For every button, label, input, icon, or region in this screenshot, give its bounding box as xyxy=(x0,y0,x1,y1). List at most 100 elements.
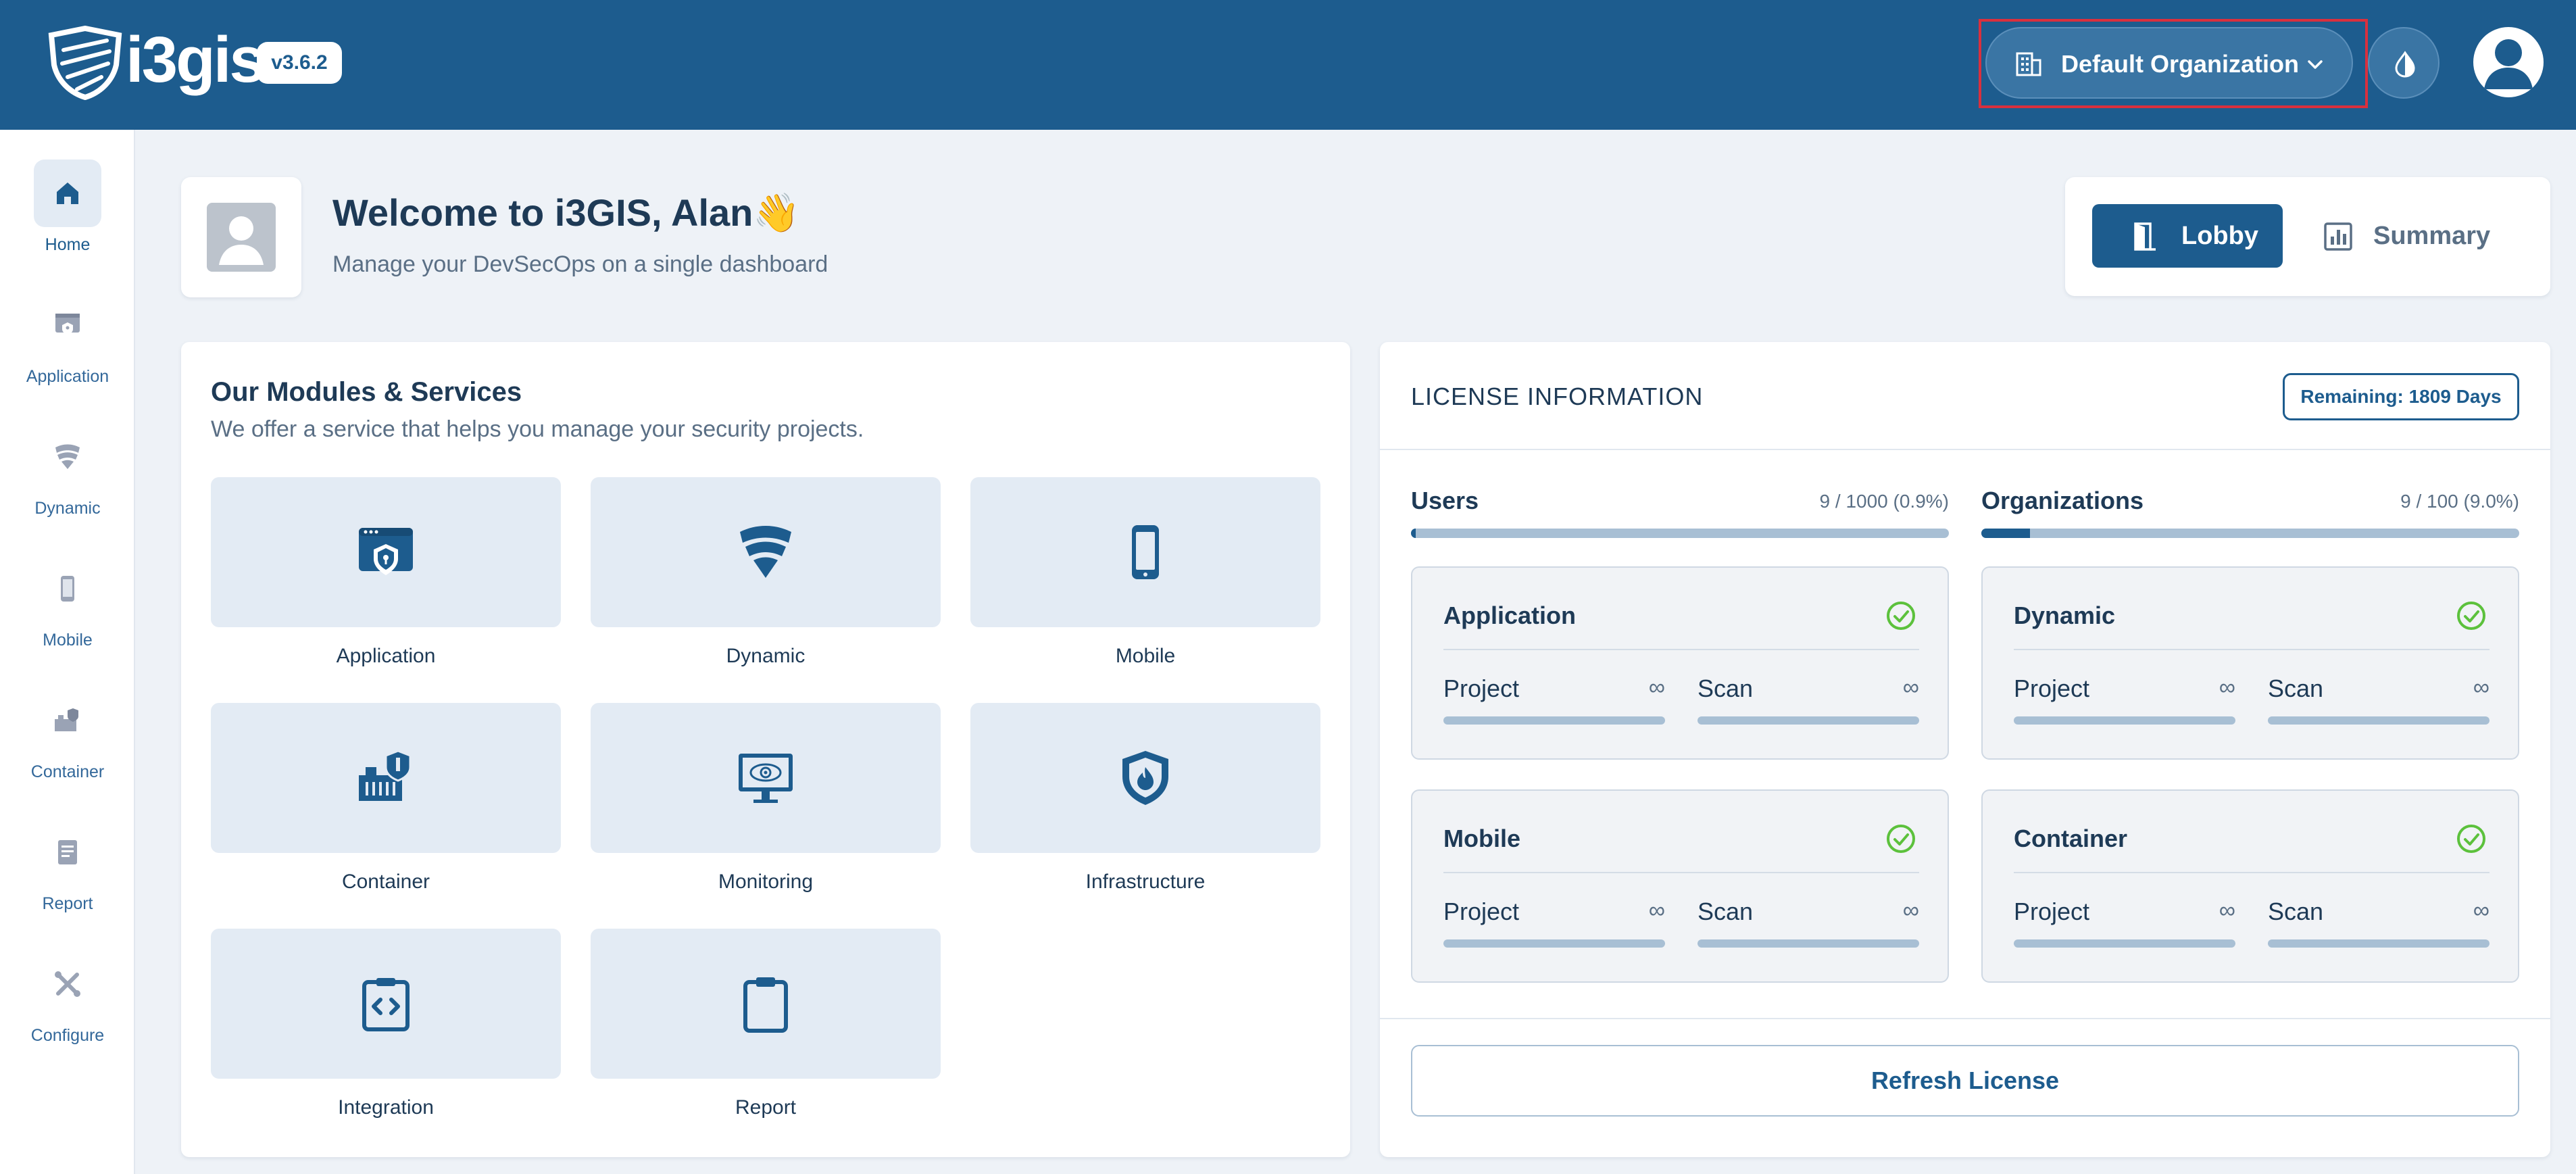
bar-chart-icon xyxy=(2324,222,2352,251)
check-circle-icon xyxy=(2457,602,2485,630)
card-divider xyxy=(2014,872,2490,873)
sidebar-item-label: Application xyxy=(26,367,109,386)
sidebar-item-label: Mobile xyxy=(43,631,93,650)
modules-title: Our Modules & Services xyxy=(211,377,522,407)
card-title: Mobile xyxy=(1443,825,1520,852)
project-quota: Project ∞ xyxy=(1443,675,1665,729)
theme-toggle-button[interactable] xyxy=(2368,27,2439,99)
scan-label: Scan xyxy=(1698,675,1754,702)
sidebar-item-application[interactable]: Application xyxy=(0,262,135,386)
users-value: 9 / 1000 (0.9%) xyxy=(1819,491,1949,512)
version-badge: v3.6.2 xyxy=(257,42,342,84)
integration-icon xyxy=(362,978,410,1031)
module-application[interactable]: Application xyxy=(211,477,561,680)
license-title: LICENSE INFORMATION xyxy=(1411,383,1704,410)
project-bar xyxy=(2014,716,2235,725)
summary-button[interactable]: Summary xyxy=(2304,204,2507,268)
scan-quota: Scan ∞ xyxy=(2268,675,2490,729)
lobby-button[interactable]: Lobby xyxy=(2092,204,2283,268)
project-value: ∞ xyxy=(2219,898,2235,923)
mobile-icon xyxy=(61,576,74,602)
project-label: Project xyxy=(1443,675,1520,702)
scan-label: Scan xyxy=(1698,898,1754,925)
project-label: Project xyxy=(2014,898,2090,925)
sidebar-item-report[interactable]: Report xyxy=(0,789,135,913)
organization-selector[interactable]: Default Organization xyxy=(1985,27,2353,99)
container-icon xyxy=(359,750,412,801)
project-bar xyxy=(1443,939,1665,948)
organization-name: Default Organization xyxy=(2061,50,2300,78)
welcome-subtitle: Manage your DevSecOps on a single dashbo… xyxy=(332,251,828,277)
scan-quota: Scan ∞ xyxy=(1698,898,1919,952)
module-infrastructure[interactable]: Infrastructure xyxy=(970,703,1320,906)
sidebar-item-dynamic[interactable]: Dynamic xyxy=(0,393,135,518)
container-icon xyxy=(55,708,78,731)
remaining-days-badge: Remaining: 1809 Days xyxy=(2283,373,2519,420)
sidebar-item-label: Container xyxy=(30,762,105,781)
card-divider xyxy=(1443,872,1919,873)
check-circle-icon xyxy=(1887,825,1915,853)
project-value: ∞ xyxy=(1648,675,1665,700)
organizations-progress-bar xyxy=(1981,529,2519,538)
scan-value: ∞ xyxy=(2473,898,2490,923)
project-label: Project xyxy=(2014,675,2090,702)
monitoring-icon xyxy=(739,754,793,803)
sidebar-item-label: Dynamic xyxy=(34,499,101,518)
scan-bar xyxy=(1698,716,1919,725)
user-avatar-button[interactable] xyxy=(2473,27,2544,97)
project-value: ∞ xyxy=(2219,675,2235,700)
dynamic-icon xyxy=(55,444,80,469)
report-icon xyxy=(58,840,77,864)
application-icon xyxy=(55,314,80,335)
license-card-application: Application Project ∞ Scan ∞ xyxy=(1411,566,1949,760)
refresh-license-button[interactable]: Refresh License xyxy=(1411,1045,2519,1117)
users-progress-fill xyxy=(1411,529,1416,538)
module-label: Report xyxy=(735,1096,797,1119)
welcome-title: Welcome to i3GIS, Alan👋 xyxy=(332,191,800,235)
shield-logo-icon[interactable] xyxy=(45,26,126,100)
scan-label: Scan xyxy=(2268,898,2324,925)
sidebar-item-mobile[interactable]: Mobile xyxy=(0,525,135,650)
project-label: Project xyxy=(1443,898,1520,925)
modules-subtitle: We offer a service that helps you manage… xyxy=(211,416,864,442)
project-quota: Project ∞ xyxy=(2014,675,2235,729)
project-bar xyxy=(1443,716,1665,725)
project-bar xyxy=(2014,939,2235,948)
infrastructure-icon xyxy=(1122,751,1168,805)
organization-icon xyxy=(2016,52,2041,76)
application-icon xyxy=(359,528,413,575)
card-title: Application xyxy=(1443,602,1576,629)
report-icon xyxy=(743,977,788,1033)
module-monitoring[interactable]: Monitoring xyxy=(591,703,941,906)
module-mobile[interactable]: Mobile xyxy=(970,477,1320,680)
module-dynamic[interactable]: Dynamic xyxy=(591,477,941,680)
sidebar-item-label: Configure xyxy=(30,1026,105,1045)
scan-bar xyxy=(1698,939,1919,948)
license-footer-divider xyxy=(1380,1018,2550,1019)
license-card-container: Container Project ∞ Scan ∞ xyxy=(1981,789,2519,983)
user-placeholder-icon xyxy=(219,216,264,265)
sidebar-item-home[interactable]: Home xyxy=(0,130,135,254)
sidebar-item-container[interactable]: Container xyxy=(0,657,135,781)
brand-name[interactable]: i3gis xyxy=(126,23,266,97)
module-container[interactable]: Container xyxy=(211,703,561,906)
scan-value: ∞ xyxy=(1902,675,1919,700)
user-avatar-icon xyxy=(2484,39,2533,89)
module-label: Application xyxy=(336,645,436,667)
sidebar: Home Application Dynamic Mobile Containe… xyxy=(0,130,135,1174)
check-circle-icon xyxy=(2457,825,2485,853)
card-title: Dynamic xyxy=(2014,602,2116,629)
modules-panel: Our Modules & Services We offer a servic… xyxy=(181,342,1350,1157)
scan-label: Scan xyxy=(2268,675,2324,702)
users-label: Users xyxy=(1411,487,1479,514)
sidebar-item-configure[interactable]: Configure xyxy=(0,921,135,1045)
summary-label: Summary xyxy=(2373,222,2491,250)
card-divider xyxy=(2014,649,2490,650)
card-title: Container xyxy=(2014,825,2128,852)
module-report[interactable]: Report xyxy=(591,929,941,1131)
license-header: LICENSE INFORMATION Remaining: 1809 Days xyxy=(1380,342,2550,450)
module-integration[interactable]: Integration xyxy=(211,929,561,1131)
module-label: Infrastructure xyxy=(1085,871,1206,893)
project-value: ∞ xyxy=(1648,898,1665,923)
organizations-usage: Organizations 9 / 100 (9.0%) xyxy=(1981,484,2519,538)
